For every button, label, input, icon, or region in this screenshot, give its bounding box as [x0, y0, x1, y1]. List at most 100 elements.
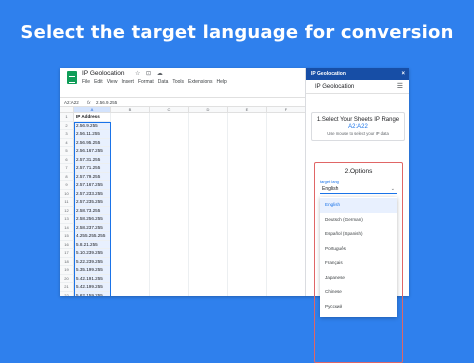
menu-tools[interactable]: Tools	[172, 79, 184, 85]
target-language-select[interactable]: English ⌄	[320, 185, 397, 194]
menu-help[interactable]: Help	[217, 79, 227, 85]
row-number[interactable]: 15	[60, 232, 74, 241]
option-portuguese[interactable]: Português	[320, 242, 397, 257]
ip-cell[interactable]: 5.10.239.255	[74, 249, 111, 258]
grid-line	[266, 113, 267, 296]
grid-line	[149, 113, 150, 296]
panel-top-bar: IP Geolocation ×	[306, 68, 409, 80]
row-number[interactable]: 19	[60, 266, 74, 275]
column-header-c[interactable]: C	[150, 107, 189, 113]
step2-options-card: 2.Options target lang English ⌄ English …	[314, 162, 403, 363]
option-english[interactable]: English	[320, 198, 397, 213]
ip-cell[interactable]: 4.255.255.255	[74, 232, 111, 241]
ip-geolocation-panel: IP Geolocation × IP Geolocation ☰ 1.Sele…	[305, 68, 409, 363]
option-russian[interactable]: Русский	[320, 300, 397, 315]
header-cell-ip-address[interactable]: IP Address	[74, 113, 111, 122]
ip-cell[interactable]: 5.42.199.255	[74, 283, 111, 292]
close-icon[interactable]: ×	[401, 68, 405, 80]
ip-cell[interactable]: 2.57.167.255	[74, 181, 111, 190]
chevron-down-icon: ⌄	[390, 186, 395, 192]
banner-title: Select the target language for conversio…	[20, 22, 454, 43]
menu-extensions[interactable]: Extensions	[188, 79, 212, 85]
ip-cell[interactable]: 2.56.9.255	[74, 121, 111, 130]
panel-title: IP Geolocation	[315, 84, 355, 90]
ip-cell[interactable]: 2.57.71.255	[74, 164, 111, 173]
row-number[interactable]: 20	[60, 274, 74, 283]
sheets-header: IP Geolocation ☆ ⊡ ☁ File Edit View Inse…	[60, 68, 305, 90]
grid-line	[227, 113, 228, 296]
ip-cell[interactable]: 2.58.256.255	[74, 215, 111, 224]
selected-language: English	[322, 186, 339, 192]
sheets-logo-icon[interactable]	[67, 71, 77, 84]
target-lang-label: target lang	[320, 179, 339, 184]
ip-cell[interactable]: 2.56.167.255	[74, 147, 111, 156]
panel-top-title: IP Geolocation	[311, 71, 346, 77]
menu-format[interactable]: Format	[138, 79, 154, 85]
step2-title: 2.Options	[344, 168, 373, 175]
row-number[interactable]: 21	[60, 283, 74, 292]
row-number[interactable]: 9	[60, 181, 74, 190]
step1-title: 1.Select Your Sheets IP Range	[316, 117, 400, 123]
spreadsheet-grid[interactable]: A B C D E F 1 IP Address 2 2.56.9.255 3 2.56.11.255…	[60, 107, 306, 296]
row-number[interactable]: 10	[60, 189, 74, 198]
fx-icon: fx	[87, 100, 91, 105]
option-chinese[interactable]: Chinese	[320, 285, 397, 300]
row-number[interactable]: 2	[60, 121, 74, 130]
ip-cell[interactable]: 2.57.79.255	[74, 172, 111, 181]
menu-bar: File Edit View Insert Format Data Tools …	[82, 79, 227, 85]
row-number[interactable]: 18	[60, 257, 74, 266]
menu-edit[interactable]: Edit	[94, 79, 103, 85]
toolbar	[60, 90, 305, 98]
ip-cell[interactable]: 5.42.191.255	[74, 274, 111, 283]
ip-cell[interactable]: 2.58.73.255	[74, 206, 111, 215]
row-number[interactable]: 12	[60, 206, 74, 215]
menu-icon[interactable]: ☰	[397, 80, 403, 94]
ip-cell[interactable]: 2.56.95.255	[74, 138, 111, 147]
ip-cell[interactable]: 5.62.159.255	[74, 291, 111, 296]
row-number[interactable]: 5	[60, 147, 74, 156]
row-number[interactable]: 16	[60, 240, 74, 249]
document-title[interactable]: IP Geolocation	[82, 70, 125, 77]
column-header-b[interactable]: B	[111, 107, 150, 113]
column-header-f[interactable]: F	[267, 107, 306, 113]
row-number[interactable]: 8	[60, 172, 74, 181]
option-french[interactable]: Français	[320, 256, 397, 271]
ip-cell[interactable]: 5.22.239.255	[74, 257, 111, 266]
menu-data[interactable]: Data	[158, 79, 169, 85]
row-number[interactable]: 3	[60, 130, 74, 139]
row-number[interactable]: 14	[60, 223, 74, 232]
ip-cell[interactable]: 5.8.21.255	[74, 240, 111, 249]
step1-range[interactable]: A2:A22	[312, 124, 404, 130]
option-german[interactable]: Deutsch (German)	[320, 213, 397, 228]
formula-input[interactable]: 2.56.9.255	[96, 100, 117, 105]
row-number[interactable]: 13	[60, 215, 74, 224]
formula-bar: A2:A22 fx 2.56.9.255	[60, 98, 305, 107]
ip-cell[interactable]: 2.57.235.255	[74, 198, 111, 207]
column-header-e[interactable]: E	[228, 107, 267, 113]
panel-header: IP Geolocation ☰	[306, 80, 409, 94]
ip-cell[interactable]: 2.57.233.255	[74, 189, 111, 198]
ip-cell[interactable]: 2.57.31.255	[74, 155, 111, 164]
menu-insert[interactable]: Insert	[121, 79, 134, 85]
row-number[interactable]: 11	[60, 198, 74, 207]
column-header-d[interactable]: D	[189, 107, 228, 113]
grid-line	[188, 113, 189, 296]
row-number[interactable]: 22	[60, 291, 74, 296]
ip-cell[interactable]: 5.35.199.255	[74, 266, 111, 275]
row-number[interactable]: 6	[60, 155, 74, 164]
ip-cell[interactable]: 2.58.237.255	[74, 223, 111, 232]
menu-file[interactable]: File	[82, 79, 90, 85]
menu-view[interactable]: View	[107, 79, 118, 85]
row-number[interactable]: 4	[60, 138, 74, 147]
name-box[interactable]: A2:A22	[64, 100, 79, 105]
row-number[interactable]: 17	[60, 249, 74, 258]
step1-hint: Use mouse to select your IP data	[327, 131, 389, 136]
title-action-icons[interactable]: ☆ ⊡ ☁	[135, 70, 165, 77]
row-number[interactable]: 1	[60, 113, 74, 122]
option-japanese[interactable]: Japanese	[320, 271, 397, 286]
step1-card: 1.Select Your Sheets IP Range A2:A22 Use…	[311, 112, 405, 141]
language-dropdown: English Deutsch (German) Español (Spanis…	[320, 197, 397, 317]
option-spanish[interactable]: Español (Spanish)	[320, 227, 397, 242]
ip-cell[interactable]: 2.56.11.255	[74, 130, 111, 139]
row-number[interactable]: 7	[60, 164, 74, 173]
